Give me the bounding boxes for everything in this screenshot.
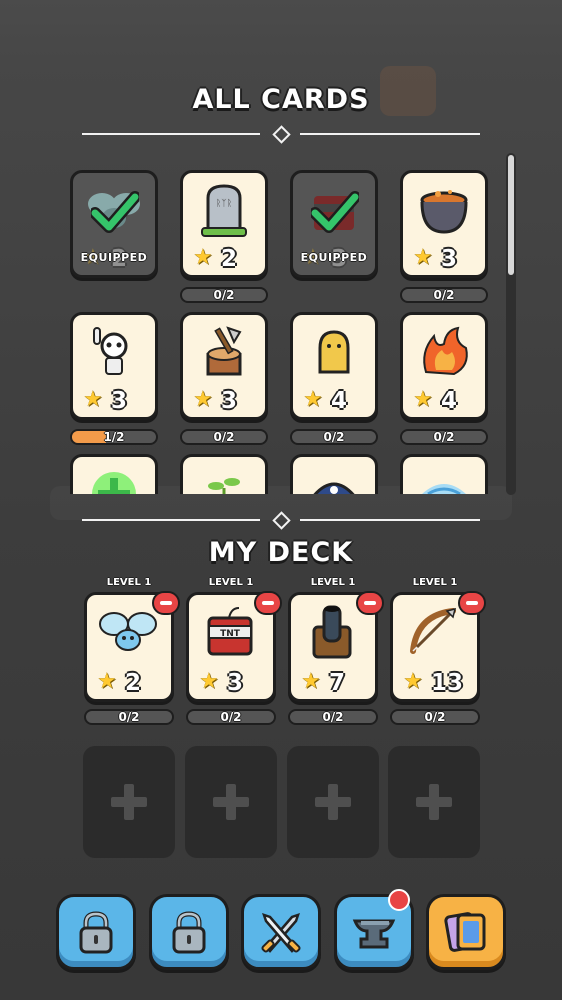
star-icon: ★	[199, 669, 219, 694]
card-progress-bar: 0/2	[400, 287, 488, 303]
checkmark-icon	[311, 191, 359, 233]
fire-hand-icon	[403, 319, 485, 385]
card-progress-bar: 0/2	[186, 709, 276, 725]
card-level: 3	[441, 246, 458, 272]
card-level: 4	[441, 388, 458, 414]
deck-card-level-label: LEVEL 1	[208, 577, 254, 588]
card-gravestone[interactable]: ᚱᛉᚱ ★ 2	[180, 170, 268, 278]
plus-icon	[315, 784, 351, 820]
card-spider[interactable]: ★ 2 EQUIPPED	[70, 170, 158, 278]
card-yellow-ghost[interactable]: ★ 4	[290, 312, 378, 420]
all-cards-title: ALL CARDS	[192, 84, 370, 115]
svg-text:ᚱᛉᚱ: ᚱᛉᚱ	[216, 198, 232, 209]
svg-text:TNT: TNT	[220, 629, 241, 639]
card-level: 7	[329, 670, 346, 696]
swords-icon	[261, 913, 301, 953]
remove-card-button[interactable]	[458, 591, 486, 615]
card-tnt[interactable]: ★ 3 EQUIPPED	[290, 170, 378, 278]
plus-icon	[111, 784, 147, 820]
star-icon: ★	[403, 669, 423, 694]
nav-locked-button[interactable]	[149, 894, 229, 970]
all-cards-divider	[82, 125, 480, 144]
my-deck-divider	[82, 511, 480, 530]
star-icon: ★	[413, 245, 433, 270]
remove-card-button[interactable]	[254, 591, 282, 615]
skeleton-icon	[73, 319, 155, 385]
lock-icon	[79, 911, 113, 954]
card-skeleton[interactable]: ★ 3	[70, 312, 158, 420]
card-level: 3	[227, 670, 244, 696]
all-cards-grid[interactable]: ★ 2 EQUIPPED ᚱᛉᚱ ★ 2 ★ 3 EQUIPPED ★ 3 0/…	[60, 158, 500, 494]
checkmark-icon	[91, 191, 139, 233]
remove-card-button[interactable]	[356, 591, 384, 615]
card-cauldron[interactable]: ★ 3	[400, 170, 488, 278]
cards-scrollbar-thumb[interactable]	[508, 155, 514, 275]
gravestone-icon: ᚱᛉᚱ	[183, 177, 265, 243]
plus-icon	[416, 784, 452, 820]
card-progress-bar: 0/2	[180, 287, 268, 303]
card-sprout[interactable]	[180, 454, 268, 494]
axe-stump-icon	[183, 319, 265, 385]
card-fire-hand[interactable]: ★ 4	[400, 312, 488, 420]
card-progress-bar: 1/2	[70, 429, 158, 445]
card-progress-bar: 0/2	[84, 709, 174, 725]
cauldron-icon	[403, 177, 485, 243]
card-heal[interactable]	[70, 454, 158, 494]
sprout-icon	[183, 461, 265, 494]
card-pirate-hat[interactable]	[290, 454, 378, 494]
deck-card-level-label: LEVEL 1	[106, 577, 152, 588]
equipped-label: EQUIPPED	[300, 251, 368, 264]
pirate-hat-icon	[293, 461, 375, 494]
nav-locked-button[interactable]	[56, 894, 136, 970]
remove-card-button[interactable]	[152, 591, 180, 615]
star-icon: ★	[301, 669, 321, 694]
empty-deck-slot[interactable]	[83, 746, 175, 858]
star-icon: ★	[303, 387, 323, 412]
card-level: 2	[221, 246, 238, 272]
card-progress-bar: 0/2	[390, 709, 480, 725]
star-icon: ★	[193, 387, 213, 412]
cards-icon	[444, 912, 486, 952]
card-ice-wind[interactable]	[400, 454, 488, 494]
card-level: 3	[221, 388, 238, 414]
star-icon: ★	[83, 387, 103, 412]
deck-card-level-label: LEVEL 1	[412, 577, 458, 588]
star-icon: ★	[413, 387, 433, 412]
nav-cards-button[interactable]	[426, 894, 506, 970]
card-progress-bar: 0/2	[400, 429, 488, 445]
yellow-ghost-icon	[293, 319, 375, 385]
empty-deck-slot[interactable]	[185, 746, 277, 858]
card-level: 13	[431, 670, 464, 696]
forge-notification-badge	[388, 889, 410, 911]
card-progress-bar: 0/2	[180, 429, 268, 445]
nav-battle-button[interactable]	[241, 894, 321, 970]
lock-icon	[172, 911, 206, 954]
heal-icon	[73, 461, 155, 494]
card-level: 4	[331, 388, 348, 414]
equipped-label: EQUIPPED	[80, 251, 148, 264]
anvil-icon	[352, 919, 396, 949]
card-level: 3	[111, 388, 128, 414]
card-progress-bar: 0/2	[288, 709, 378, 725]
my-deck-title: MY DECK	[208, 537, 354, 568]
deck-card-level-label: LEVEL 1	[310, 577, 356, 588]
plus-icon	[213, 784, 249, 820]
empty-deck-slot[interactable]	[287, 746, 379, 858]
ice-wind-icon	[403, 461, 485, 494]
card-level: 2	[125, 670, 142, 696]
star-icon: ★	[193, 245, 213, 270]
card-axe-stump[interactable]: ★ 3	[180, 312, 268, 420]
card-progress-bar: 0/2	[290, 429, 378, 445]
star-icon: ★	[97, 669, 117, 694]
empty-deck-slot[interactable]	[388, 746, 480, 858]
